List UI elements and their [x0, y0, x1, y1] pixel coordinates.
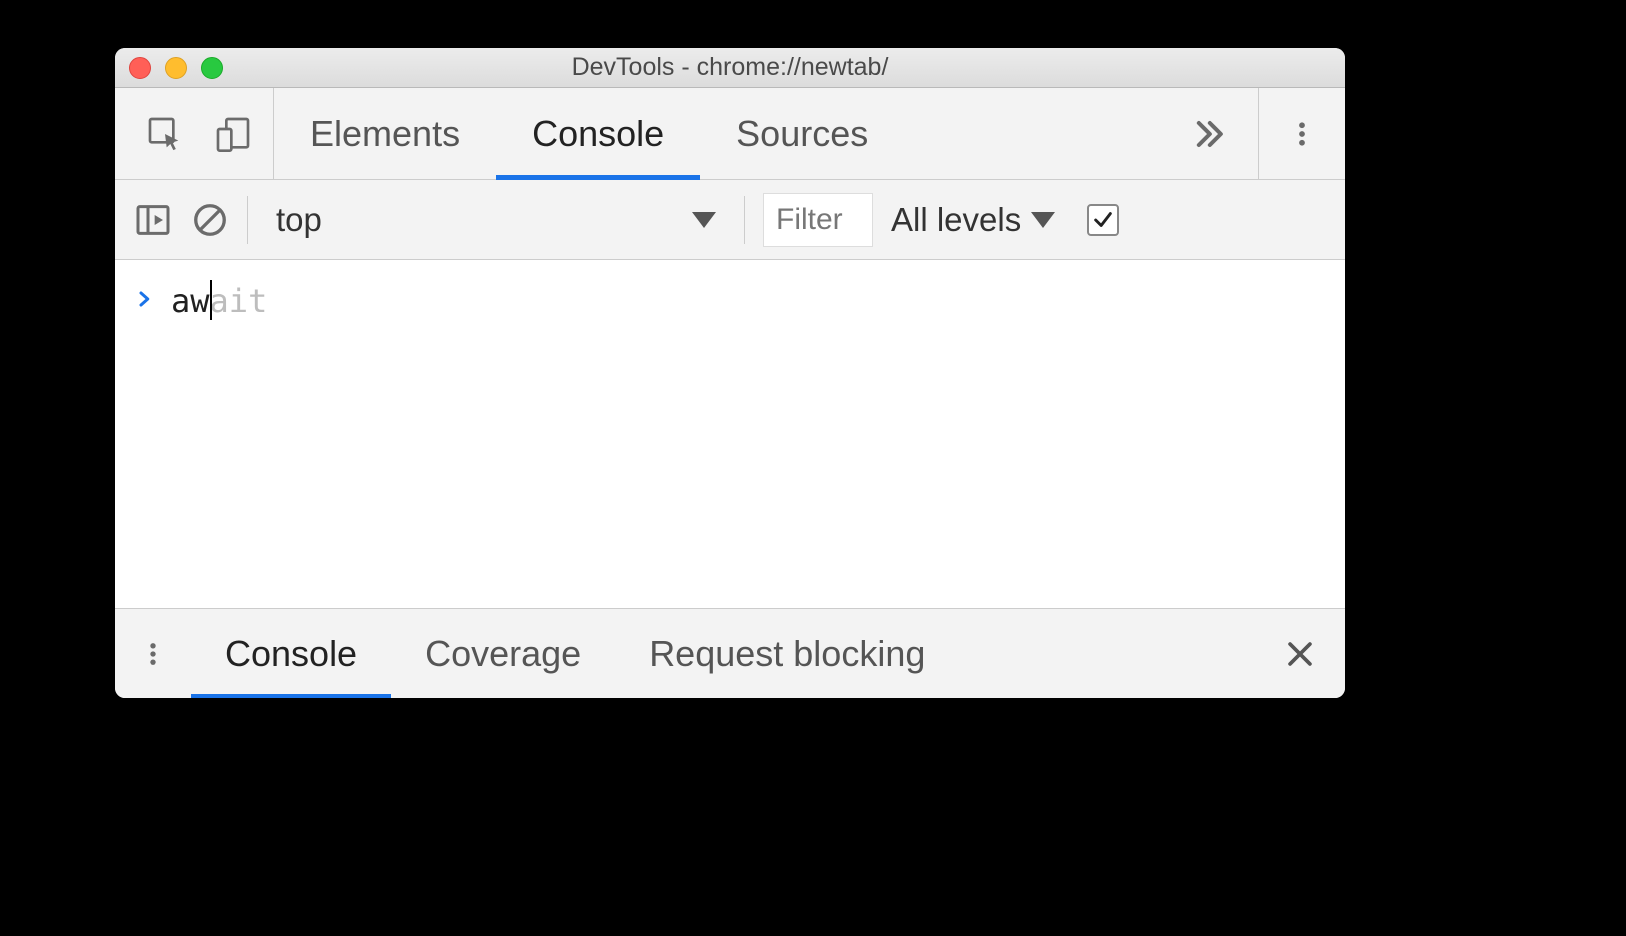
main-tabs-row: Elements Console Sources — [115, 88, 1345, 180]
console-body[interactable]: await — [115, 260, 1345, 608]
window-close-button[interactable] — [129, 57, 151, 79]
log-levels-selector[interactable]: All levels — [891, 201, 1055, 239]
filter-placeholder: Filter — [776, 203, 843, 237]
main-tabs: Elements Console Sources — [274, 88, 1157, 179]
tab-label: Elements — [310, 113, 460, 155]
devtools-window: DevTools - chrome://newtab/ Elements — [115, 48, 1345, 698]
drawer-tab-label: Console — [225, 633, 357, 675]
execution-context-selector[interactable]: top — [266, 197, 726, 243]
drawer-tab-console[interactable]: Console — [191, 609, 391, 698]
suggestion-text: ait — [210, 282, 268, 320]
inspect-toggle-group — [115, 88, 274, 179]
device-toggle-icon[interactable] — [213, 114, 253, 154]
window-controls — [129, 57, 223, 79]
typed-text: aw — [171, 282, 210, 320]
text-cursor — [210, 280, 212, 320]
levels-label: All levels — [891, 201, 1021, 239]
console-toolbar: top Filter All levels — [115, 180, 1345, 260]
tab-label: Sources — [736, 113, 868, 155]
prompt-caret-icon — [135, 284, 153, 319]
console-sidebar-toggle-icon[interactable] — [133, 200, 173, 240]
tab-elements[interactable]: Elements — [274, 88, 496, 179]
tab-console[interactable]: Console — [496, 88, 700, 179]
context-label: top — [276, 201, 322, 239]
more-tabs-button[interactable] — [1157, 88, 1258, 179]
drawer-close-button[interactable] — [1255, 609, 1345, 698]
console-input[interactable]: await — [171, 282, 267, 320]
filter-input[interactable]: Filter — [763, 193, 873, 247]
drawer: Console Coverage Request blocking — [115, 608, 1345, 698]
drawer-tab-label: Coverage — [425, 633, 581, 675]
drawer-tab-label: Request blocking — [649, 633, 925, 675]
window-zoom-button[interactable] — [201, 57, 223, 79]
console-prompt-line: await — [135, 282, 1325, 320]
tab-sources[interactable]: Sources — [700, 88, 904, 179]
toolbar-separator — [247, 196, 248, 244]
toolbar-separator — [744, 196, 745, 244]
drawer-tab-coverage[interactable]: Coverage — [391, 609, 615, 698]
chevron-down-icon — [1031, 212, 1055, 228]
tab-label: Console — [532, 113, 664, 155]
titlebar: DevTools - chrome://newtab/ — [115, 48, 1345, 88]
group-similar-checkbox[interactable] — [1087, 204, 1119, 236]
chevron-down-icon — [692, 212, 716, 228]
window-minimize-button[interactable] — [165, 57, 187, 79]
drawer-tab-request-blocking[interactable]: Request blocking — [615, 609, 959, 698]
inspect-element-icon[interactable] — [145, 114, 185, 154]
drawer-menu-button[interactable] — [115, 609, 191, 698]
main-menu-button[interactable] — [1258, 88, 1345, 179]
window-title: DevTools - chrome://newtab/ — [572, 53, 889, 82]
clear-console-icon[interactable] — [191, 201, 229, 239]
